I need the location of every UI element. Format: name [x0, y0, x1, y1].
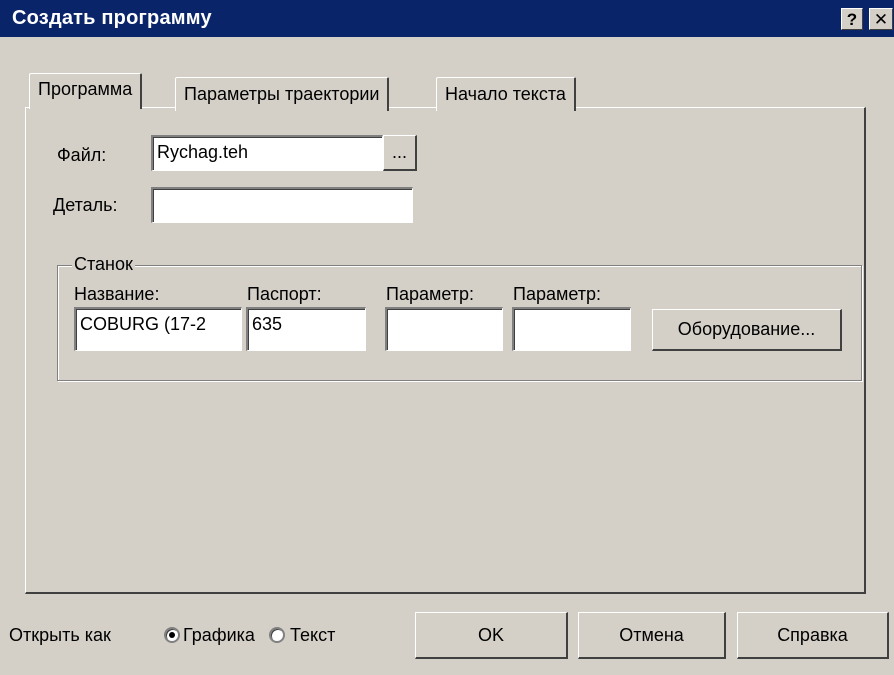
create-program-dialog: Создать программу ? ✕ Программа Параметр… — [0, 0, 894, 675]
file-label: Файл: — [57, 145, 107, 165]
radio-text[interactable] — [269, 627, 285, 643]
browse-button[interactable]: ... — [383, 135, 417, 171]
part-label: Деталь: — [53, 195, 118, 215]
help-icon[interactable]: ? — [841, 8, 863, 30]
ok-button[interactable]: OK — [415, 612, 568, 659]
dialog-title: Создать программу — [12, 7, 212, 29]
tab-label: Параметры траектории — [184, 84, 380, 104]
param1-field[interactable] — [385, 307, 503, 351]
tab-trajectory-params[interactable]: Параметры траектории — [175, 77, 390, 111]
tab-label: Начало текста — [445, 84, 566, 104]
radio-graphics-label[interactable]: Графика — [183, 625, 255, 646]
machine-name-field[interactable]: COBURG (17-2 — [74, 307, 242, 351]
open-as-label: Открыть как — [9, 625, 111, 645]
file-field[interactable]: Rychag.teh — [151, 135, 383, 171]
machine-name-label: Название: — [74, 284, 160, 304]
part-field[interactable] — [151, 187, 413, 223]
passport-field[interactable]: 635 — [246, 307, 366, 351]
cancel-button[interactable]: Отмена — [578, 612, 726, 659]
radio-graphics[interactable] — [164, 627, 180, 643]
param2-field[interactable] — [512, 307, 631, 351]
equipment-button[interactable]: Оборудование... — [652, 309, 842, 351]
param1-label: Параметр: — [386, 284, 475, 304]
tab-label: Программа — [38, 79, 133, 99]
passport-label: Паспорт: — [247, 284, 322, 304]
close-icon[interactable]: ✕ — [869, 8, 893, 30]
title-bar[interactable]: Создать программу ? ✕ — [0, 0, 894, 37]
param2-label: Параметр: — [513, 284, 602, 304]
tab-text-start[interactable]: Начало текста — [436, 77, 576, 111]
radio-selected-dot — [169, 632, 175, 638]
radio-text-label[interactable]: Текст — [290, 625, 335, 646]
machine-group-label: Станок — [72, 254, 135, 275]
tab-program[interactable]: Программа — [29, 73, 143, 109]
help-button[interactable]: Справка — [737, 612, 889, 659]
